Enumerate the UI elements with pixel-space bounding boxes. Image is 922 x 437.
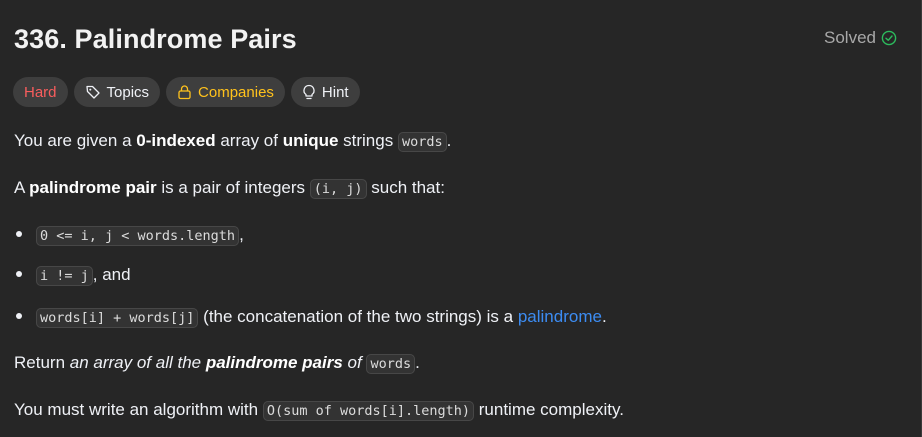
inline-code: 0 <= i, j < words.length [36,226,240,246]
inline-code: i != j [36,266,93,286]
text: , and [92,265,131,284]
text: . [446,131,452,150]
companies-button[interactable]: Companies [166,77,285,107]
inline-code: words [397,132,447,152]
problem-tags: Hard Topics Companies Hint [13,77,360,107]
problem-title[interactable]: 336. Palindrome Pairs [14,20,297,58]
lightbulb-icon [302,84,316,101]
text: Return [14,353,70,372]
bullet-icon [16,312,22,319]
statement-paragraph-2: A palindrome pair is a pair of integers … [14,176,445,201]
hint-button[interactable]: Hint [290,77,360,107]
inline-code: words [366,354,416,374]
solved-status[interactable]: Solved [824,27,897,49]
bold-text: 0-indexed [136,131,216,150]
bullet-icon [16,270,22,277]
statement-paragraph-4: You must write an algorithm with O(sum o… [14,398,624,423]
list-item: words[i] + words[j] (the concatenation o… [16,305,607,330]
text: You must write an algorithm with [14,400,263,419]
text: . [415,353,420,372]
check-circle-icon [881,30,897,46]
inline-code: (i, j) [309,179,367,199]
difficulty-badge[interactable]: Hard [13,77,68,107]
bullet-icon [16,230,22,237]
tag-icon [85,84,101,100]
hint-label: Hint [321,83,349,101]
lock-icon [177,84,192,100]
difficulty-label: Hard [24,83,57,101]
text: (the concatenation of the two strings) i… [198,307,518,326]
text: A [14,178,30,197]
text: You are given a [14,131,137,150]
text: , [239,225,244,244]
companies-label: Companies [198,83,274,101]
problem-description-panel: 336. Palindrome Pairs Solved Hard Topics [0,0,922,437]
bold-text: palindrome pair [29,178,157,197]
text: is a pair of integers [156,178,310,197]
list-item: 0 <= i, j < words.length, [16,223,244,248]
topics-button[interactable]: Topics [73,77,161,107]
text: strings [338,131,398,150]
text: array of [215,131,283,150]
text: . [601,307,607,326]
italic-text: an array of all the [69,353,206,372]
palindrome-link[interactable]: palindrome [518,307,602,326]
text: such that: [366,178,445,197]
italic-text: of [342,353,362,372]
statement-paragraph-1: You are given a 0-indexed array of uniqu… [14,129,451,154]
topics-label: Topics [106,83,150,101]
inline-code: words[i] + words[j] [36,308,199,328]
statement-paragraph-3: Return an array of all the palindrome pa… [14,351,420,376]
inline-code: O(sum of words[i].length) [262,401,475,421]
list-item: i != j, and [16,263,131,288]
text: runtime complexity. [474,400,624,419]
solved-label: Solved [824,28,876,47]
bold-italic-text: palindrome pairs [205,353,343,372]
bold-text: unique [282,131,339,150]
